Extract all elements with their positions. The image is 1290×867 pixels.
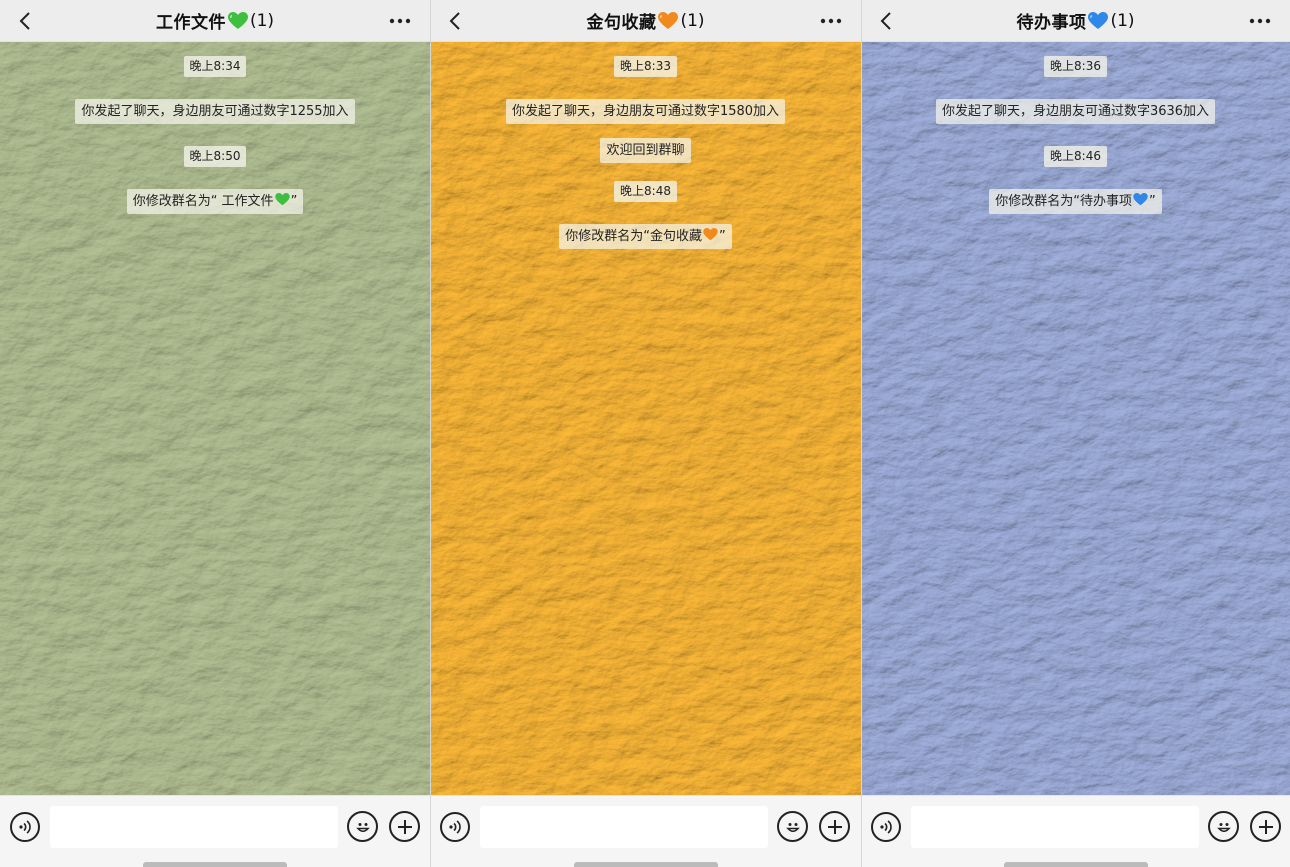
chat-area: 晚上8:34 你发起了聊天，身边朋友可通过数字1255加入 晚上8:50 你修改…	[0, 42, 430, 795]
blue-heart-icon	[1133, 193, 1148, 206]
orange-heart-icon	[658, 11, 679, 29]
input-bar	[0, 795, 430, 867]
emoji-icon	[355, 822, 370, 832]
chat-title-text: 金句收藏	[586, 13, 657, 33]
chat-area: 晚上8:33 你发起了聊天，身边朋友可通过数字1580加入 欢迎回到群聊 晚上8…	[430, 42, 861, 795]
home-indicator	[1003, 862, 1148, 867]
emoji-icon	[1216, 822, 1231, 832]
voice-button[interactable]	[10, 812, 40, 842]
emoji-button[interactable]	[777, 811, 808, 842]
chat-panel-todo: 待办事项 (1) 晚上8:36 你发起了聊天，身边朋友可通过数字3636加入 晚…	[861, 0, 1290, 867]
chat-title-text: 待办事项	[1016, 13, 1087, 33]
orange-heart-icon	[703, 228, 718, 241]
voice-icon	[19, 820, 31, 834]
input-bar	[430, 795, 861, 867]
back-button[interactable]	[871, 0, 901, 42]
chat-title: 工作文件 (1)	[155, 8, 275, 34]
chevron-left-icon	[449, 12, 460, 30]
blue-heart-icon	[1088, 11, 1109, 29]
plus-icon	[397, 819, 412, 834]
system-message: 欢迎回到群聊	[600, 138, 691, 163]
message-list: 晚上8:33 你发起了聊天，身边朋友可通过数字1580加入 欢迎回到群聊 晚上8…	[430, 56, 861, 271]
plus-button[interactable]	[819, 811, 850, 842]
emoji-button[interactable]	[1208, 811, 1239, 842]
chat-panel-work-files: 工作文件 (1) 晚上8:34 你发起了聊天，身边朋友可通过数字1255加入 晚…	[0, 0, 430, 867]
rename-message-suffix: ”	[290, 194, 298, 209]
chat-title-text: 工作文件	[155, 13, 226, 33]
home-indicator	[143, 862, 287, 867]
rename-message: 你修改群名为“ 工作文件 ”	[126, 189, 304, 214]
voice-button[interactable]	[440, 812, 470, 842]
chat-header: 待办事项 (1)	[861, 0, 1290, 42]
chat-panel-golden-quotes: 金句收藏 (1) 晚上8:33 你发起了聊天，身边朋友可通过数字1580加入 欢…	[430, 0, 861, 867]
triptych-screenshot: 工作文件 (1) 晚上8:34 你发起了聊天，身边朋友可通过数字1255加入 晚…	[0, 0, 1290, 867]
rename-message: 你修改群名为“待办事项 ”	[989, 189, 1162, 214]
message-list: 晚上8:34 你发起了聊天，身边朋友可通过数字1255加入 晚上8:50 你修改…	[0, 56, 430, 236]
emoji-icon	[785, 822, 800, 832]
chat-header: 金句收藏 (1)	[430, 0, 861, 42]
rename-message: 你修改群名为“金句收藏 ”	[559, 224, 732, 249]
chevron-left-icon	[19, 12, 30, 30]
rename-message-prefix: 你修改群名为“金句收藏	[565, 229, 702, 244]
chat-title: 待办事项 (1)	[1016, 8, 1135, 34]
more-dots-icon	[1249, 18, 1271, 24]
member-count: (1)	[249, 10, 275, 31]
message-input[interactable]	[480, 806, 768, 848]
message-input[interactable]	[50, 806, 338, 848]
more-dots-icon	[389, 18, 411, 24]
timestamp: 晚上8:34	[183, 56, 247, 77]
plus-icon	[1258, 819, 1273, 834]
back-button[interactable]	[440, 0, 470, 42]
timestamp: 晚上8:46	[1044, 146, 1107, 167]
more-button[interactable]	[811, 0, 851, 42]
chat-area: 晚上8:36 你发起了聊天，身边朋友可通过数字3636加入 晚上8:46 你修改…	[861, 42, 1290, 795]
timestamp: 晚上8:33	[614, 56, 677, 77]
system-message: 你发起了聊天，身边朋友可通过数字3636加入	[935, 99, 1216, 124]
voice-icon	[449, 820, 461, 834]
rename-message-prefix: 你修改群名为“待办事项	[995, 194, 1132, 209]
plus-button[interactable]	[1250, 811, 1281, 842]
timestamp: 晚上8:48	[614, 181, 677, 202]
more-button[interactable]	[380, 0, 420, 42]
emoji-button[interactable]	[347, 811, 378, 842]
system-message: 你发起了聊天，身边朋友可通过数字1580加入	[505, 99, 786, 124]
voice-button[interactable]	[871, 812, 901, 842]
system-message: 你发起了聊天，身边朋友可通过数字1255加入	[75, 99, 355, 124]
chat-title: 金句收藏 (1)	[586, 8, 705, 34]
green-heart-icon	[274, 193, 290, 206]
timestamp: 晚上8:50	[183, 146, 247, 167]
chevron-left-icon	[880, 12, 891, 30]
timestamp: 晚上8:36	[1044, 56, 1107, 77]
more-button[interactable]	[1240, 0, 1280, 42]
more-dots-icon	[820, 18, 842, 24]
message-list: 晚上8:36 你发起了聊天，身边朋友可通过数字3636加入 晚上8:46 你修改…	[861, 56, 1290, 236]
plus-icon	[827, 819, 842, 834]
rename-message-prefix: 你修改群名为“ 工作文件	[132, 194, 274, 209]
back-button[interactable]	[10, 0, 40, 42]
plus-button[interactable]	[389, 811, 420, 842]
message-input[interactable]	[911, 806, 1199, 848]
chat-header: 工作文件 (1)	[0, 0, 430, 42]
member-count: (1)	[680, 10, 705, 31]
green-heart-icon	[227, 11, 248, 29]
home-indicator	[573, 862, 718, 867]
rename-message-suffix: ”	[1149, 194, 1156, 209]
rename-message-suffix: ”	[719, 229, 726, 244]
member-count: (1)	[1110, 10, 1135, 31]
voice-icon	[880, 820, 892, 834]
input-bar	[861, 795, 1290, 867]
